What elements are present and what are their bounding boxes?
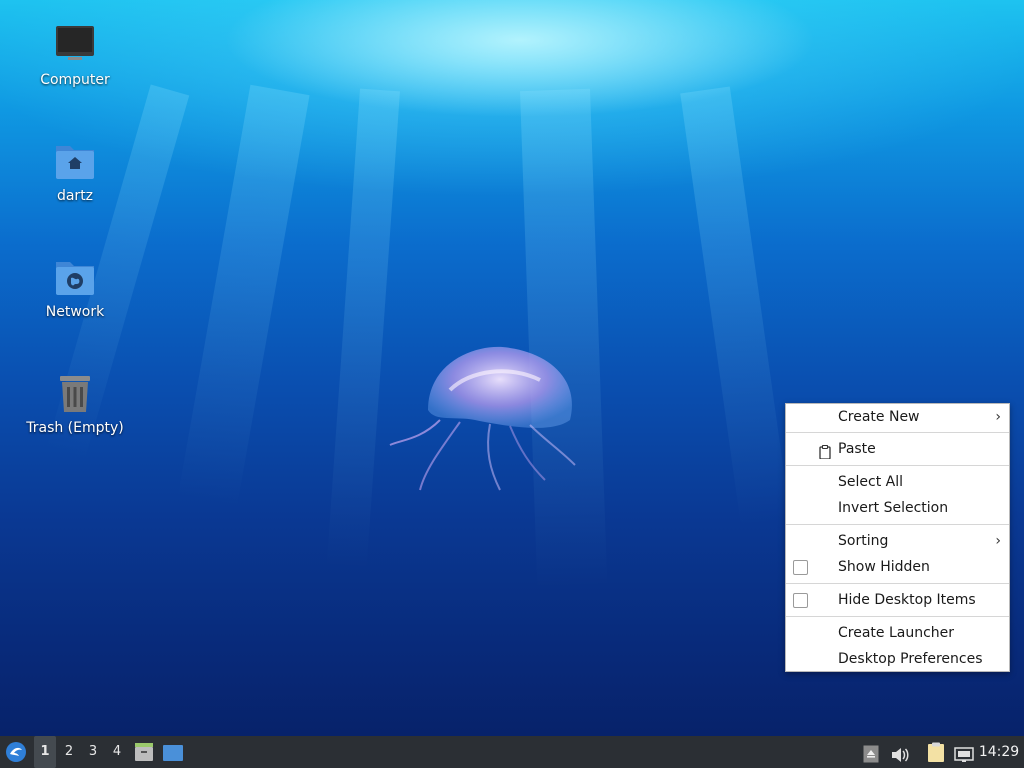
desktop-icon-label: Network	[45, 304, 105, 320]
desktop-icon-home[interactable]: dartz	[20, 140, 130, 204]
volume-tray-button[interactable]	[888, 736, 912, 768]
light-ray	[680, 86, 791, 530]
desktop-icon-label: Computer	[40, 72, 110, 88]
file-manager-launcher[interactable]	[132, 736, 156, 768]
desktop-icon-trash[interactable]: Trash (Empty)	[20, 372, 130, 436]
menu-item-desktop-preferences[interactable]: Desktop Preferences	[786, 646, 1009, 672]
desktop-icon-label: Trash (Empty)	[26, 420, 124, 436]
network-folder-icon	[53, 256, 97, 300]
menu-item-label: Show Hidden	[838, 559, 930, 575]
volume-icon	[891, 744, 909, 776]
file-cabinet-icon	[134, 742, 154, 775]
menu-item-paste[interactable]: Paste	[786, 436, 1009, 462]
menu-item-select-all[interactable]: Select All	[786, 469, 1009, 495]
menu-item-label: Invert Selection	[838, 500, 949, 516]
show-hidden-checkbox[interactable]	[793, 560, 808, 575]
menu-item-invert-selection[interactable]: Invert Selection	[786, 495, 1009, 521]
show-desktop-button[interactable]	[161, 736, 185, 768]
taskbar: 1 2 3 4 14:29	[0, 736, 1024, 768]
desktop-background[interactable]: Computer dartz Network Trash (Empty) Cre…	[0, 0, 1024, 736]
menu-item-label: Create Launcher	[838, 625, 955, 641]
menu-item-create-launcher[interactable]: Create Launcher	[786, 620, 1009, 646]
desktop-context-menu: Create New › Paste Select All Invert Sel…	[785, 403, 1010, 672]
clock[interactable]: 14:29	[974, 736, 1024, 768]
trash-icon	[53, 372, 97, 416]
light-ray	[177, 84, 310, 509]
menu-item-label: Desktop Preferences	[838, 651, 983, 667]
workspace-4-button[interactable]: 4	[106, 736, 128, 768]
menu-separator	[786, 583, 1009, 584]
computer-icon	[53, 24, 97, 68]
clipboard-icon	[927, 742, 945, 775]
eject-tray-button[interactable]	[860, 736, 882, 768]
desktop-icon-label: dartz	[56, 188, 94, 204]
network-tray-button[interactable]	[952, 736, 976, 768]
menu-separator	[786, 524, 1009, 525]
menu-item-label: Sorting	[838, 533, 889, 549]
menu-separator	[786, 465, 1009, 466]
desktop-icon-computer[interactable]: Computer	[20, 24, 130, 88]
workspace-2-button[interactable]: 2	[58, 736, 80, 768]
menu-item-label: Hide Desktop Items	[838, 592, 976, 608]
jellyfish-image	[389, 346, 576, 491]
chevron-right-icon: ›	[995, 409, 1001, 425]
desktop-icon-network[interactable]: Network	[20, 256, 130, 320]
desktop-icon	[162, 743, 184, 775]
menu-item-label: Create New	[838, 409, 920, 425]
clipboard-tray-button[interactable]	[924, 736, 948, 768]
network-icon	[954, 744, 974, 776]
hide-desktop-items-checkbox[interactable]	[793, 593, 808, 608]
menu-item-label: Select All	[838, 474, 903, 490]
menu-item-hide-desktop-items[interactable]: Hide Desktop Items	[786, 587, 1009, 613]
home-folder-icon	[53, 140, 97, 184]
menu-item-show-hidden[interactable]: Show Hidden	[786, 554, 1009, 580]
menu-item-label: Paste	[838, 441, 876, 457]
start-menu-button[interactable]	[2, 736, 30, 768]
menu-item-sorting[interactable]: Sorting ›	[786, 528, 1009, 554]
menu-separator	[786, 616, 1009, 617]
eject-icon	[863, 744, 879, 776]
workspace-1-button[interactable]: 1	[34, 736, 56, 768]
chevron-right-icon: ›	[995, 533, 1001, 549]
app-menu-icon	[5, 741, 27, 776]
menu-item-create-new[interactable]: Create New ›	[786, 404, 1009, 430]
menu-separator	[786, 432, 1009, 433]
clipboard-icon	[818, 442, 832, 460]
workspace-3-button[interactable]: 3	[82, 736, 104, 768]
